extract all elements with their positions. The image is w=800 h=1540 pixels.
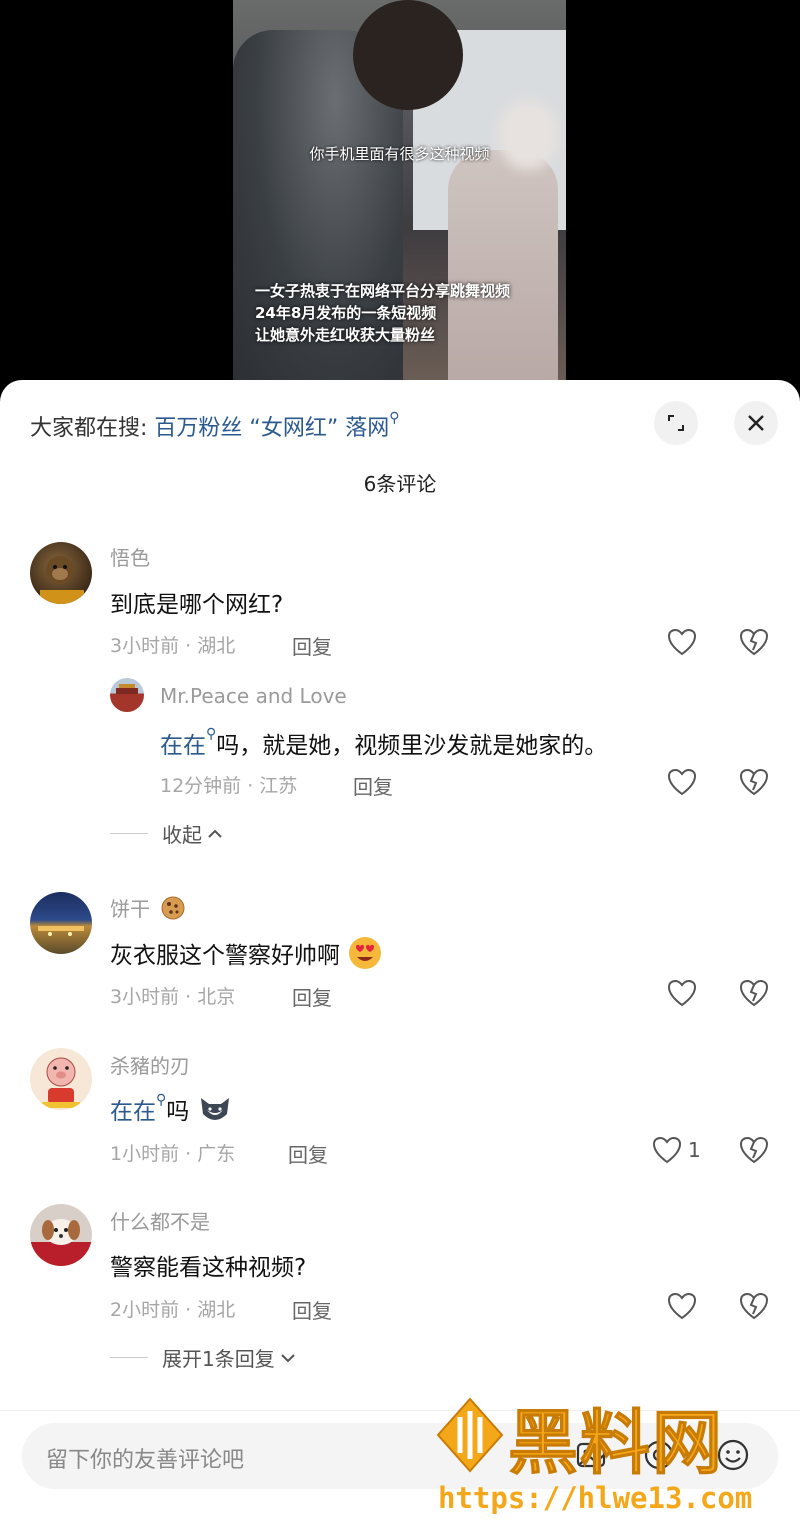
comment-text: 灰衣服这个警察好帅啊: [110, 935, 383, 971]
avatar-pig-cartoon-icon: [42, 1057, 80, 1108]
close-icon: [748, 415, 764, 431]
search-icon: ⚲: [389, 410, 400, 426]
reply-button[interactable]: 回复: [292, 982, 332, 1011]
broken-heart-icon: [739, 1292, 769, 1320]
mention-link[interactable]: 在在: [160, 733, 206, 759]
comment-text-body: 吗: [166, 1099, 190, 1125]
dislike-button[interactable]: [739, 979, 769, 1011]
heart-icon: [667, 768, 697, 796]
dislike-button[interactable]: [739, 1136, 769, 1168]
heart-icon: [652, 1136, 682, 1164]
avatar[interactable]: [30, 542, 92, 604]
husky-emoji-icon: [200, 1098, 229, 1120]
video-caption: 一女子热衷于在网络平台分享跳舞视频 24年8月发布的一条短视频 让她意外走红收获…: [255, 280, 510, 346]
comment-author-name: 饼干: [110, 897, 150, 921]
reply-meta: 12分钟前 · 江苏: [160, 775, 298, 797]
expand-icon: [668, 415, 684, 431]
comment-author[interactable]: 饼干: [110, 893, 186, 922]
watermark-url: https://hlwe13.com: [438, 1481, 753, 1515]
avatar-airport-icon: [38, 926, 84, 936]
heart-eyes-emoji-icon: [349, 937, 382, 969]
watermark: 黑料网 https://hlwe13.com: [430, 1395, 780, 1515]
reply-button[interactable]: 回复: [288, 1139, 328, 1168]
broken-heart-icon: [739, 1136, 769, 1164]
video-player[interactable]: 你手机里面有很多这种视频 一女子热衷于在网络平台分享跳舞视频 24年8月发布的一…: [233, 0, 566, 380]
comment-text: 警察能看这种视频?: [110, 1255, 307, 1281]
avatar[interactable]: [30, 1048, 92, 1110]
video-caption-line: 24年8月发布的一条短视频: [255, 304, 437, 322]
video-caption-line: 让她意外走红收获大量粉丝: [255, 326, 436, 344]
heart-icon: [667, 979, 697, 1007]
avatar-puppy-icon: [30, 1219, 92, 1266]
reply-button[interactable]: 回复: [353, 771, 393, 800]
avatar[interactable]: [30, 1204, 92, 1266]
mention-link[interactable]: 在在: [110, 1099, 156, 1125]
search-query-link[interactable]: 百万粉丝 “女网红” 落网: [154, 416, 389, 441]
reply-button[interactable]: 回复: [292, 1295, 332, 1324]
comment-author[interactable]: 什么都不是: [110, 1206, 210, 1235]
search-prefix: 大家都在搜:: [30, 416, 148, 441]
collapse-label: 收起: [162, 823, 202, 847]
watermark-title: 黑料网: [508, 1402, 724, 1485]
video-figure-head: [353, 0, 463, 110]
broken-heart-icon: [739, 979, 769, 1007]
close-button[interactable]: [734, 401, 778, 445]
heart-icon: [667, 1292, 697, 1320]
dislike-button[interactable]: [739, 768, 769, 800]
video-subtitle: 你手机里面有很多这种视频: [309, 145, 490, 163]
comment-text: 到底是哪个网红?: [110, 592, 284, 618]
heart-icon: [667, 628, 697, 656]
search-suggestion[interactable]: 大家都在搜: 百万粉丝 “女网红” 落网⚲: [30, 410, 399, 442]
comment-meta: 2小时前 · 湖北: [110, 1299, 236, 1321]
like-button[interactable]: [667, 1292, 697, 1320]
divider-dash: [110, 833, 148, 834]
reply-avatar[interactable]: [110, 678, 144, 712]
dislike-button[interactable]: [739, 628, 769, 660]
like-button[interactable]: 1: [652, 1136, 701, 1164]
like-button[interactable]: [667, 768, 697, 796]
collapse-replies-button[interactable]: 收起: [110, 819, 224, 848]
divider-dash: [110, 1357, 148, 1358]
expand-replies-button[interactable]: 展开1条回复: [110, 1343, 297, 1372]
chevron-down-icon: [281, 1353, 295, 1362]
comment-author[interactable]: 悟色: [110, 542, 150, 571]
comment-text: 在在⚲吗: [110, 1092, 233, 1126]
comment-meta: 3小时前 · 湖北: [110, 635, 236, 657]
avatar[interactable]: [30, 892, 92, 954]
expand-label: 展开1条回复: [162, 1347, 275, 1371]
video-caption-line: 一女子热衷于在网络平台分享跳舞视频: [255, 282, 511, 300]
like-count: 1: [688, 1138, 701, 1162]
avatar-monkey-icon: [40, 556, 84, 604]
reply-button[interactable]: 回复: [292, 631, 332, 660]
reply-text: 在在⚲吗，就是她，视频里沙发就是她家的。: [160, 726, 607, 760]
like-button[interactable]: [667, 628, 697, 656]
broken-heart-icon: [739, 768, 769, 796]
reply-author[interactable]: Mr.Peace and Love: [160, 684, 347, 708]
comment-count: 6条评论: [363, 472, 437, 496]
comment-author[interactable]: 杀豬的刃: [110, 1050, 190, 1079]
comment-sheet: 大家都在搜: 百万粉丝 “女网红” 落网⚲ 6条评论 悟色 到底是哪个网红? 3…: [0, 380, 800, 1540]
avatar-building-icon: [116, 684, 138, 694]
chevron-up-icon: [208, 829, 222, 838]
like-button[interactable]: [667, 979, 697, 1007]
search-icon: ⚲: [206, 726, 217, 742]
search-icon: ⚲: [156, 1092, 167, 1108]
comment-text-body: 灰衣服这个警察好帅啊: [110, 943, 340, 969]
watermark-logo-icon: [436, 1397, 504, 1473]
cookie-icon: [161, 896, 185, 920]
comment-input-placeholder: 留下你的友善评论吧: [46, 1448, 245, 1473]
comment-meta: 1小时前 · 广东: [110, 1143, 236, 1165]
dislike-button[interactable]: [739, 1292, 769, 1324]
reply-text-body: 吗，就是她，视频里沙发就是她家的。: [216, 733, 608, 759]
expand-button[interactable]: [654, 401, 698, 445]
app: 你手机里面有很多这种视频 一女子热衷于在网络平台分享跳舞视频 24年8月发布的一…: [0, 0, 800, 1540]
broken-heart-icon: [739, 628, 769, 656]
comment-meta: 3小时前 · 北京: [110, 986, 236, 1008]
